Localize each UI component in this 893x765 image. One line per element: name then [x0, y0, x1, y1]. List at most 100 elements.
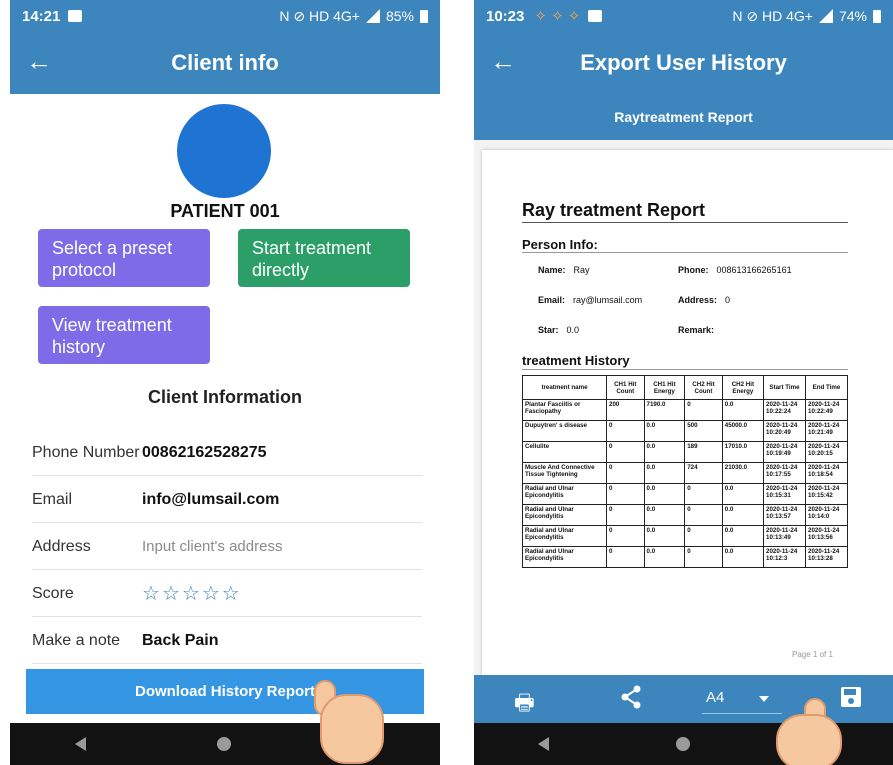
table-cell: Radial and Ulnar Epicondylitis	[522, 546, 607, 568]
note-label: Make a note	[32, 631, 121, 649]
table-row: Radial and Ulnar Epicondylitis 0 0.0 0 0.0 20…	[522, 504, 848, 526]
table-row: Muscle And Connective Tissue Tightening 0…	[522, 462, 848, 484]
table-cell: Muscle And Connective Tissue Tightening	[522, 462, 607, 484]
avatar	[177, 104, 271, 198]
table-row: Radial and Ulnar Epicondylitis 0 0.0 0 0.0 20…	[522, 483, 848, 505]
nav-home-icon[interactable]	[216, 737, 231, 751]
table-cell: 189	[684, 441, 723, 463]
table-cell: 0.0	[643, 504, 686, 526]
table-cell: 0.0	[721, 399, 765, 421]
nav-back-icon[interactable]	[75, 737, 87, 751]
chevron-down-icon[interactable]	[759, 696, 769, 702]
col-header: CH2 Hit Count	[684, 375, 723, 400]
star-icon[interactable]: ☆	[142, 581, 160, 606]
phone-field: Phone: 008613166265161	[678, 265, 792, 275]
person-divider	[522, 252, 848, 253]
star-icon[interactable]: ☆	[182, 581, 200, 606]
email-row[interactable]: Email info@lumsail.com	[32, 477, 422, 523]
col-header: Start Time	[763, 375, 806, 400]
status-time: 14:21	[22, 7, 61, 25]
title-divider	[522, 222, 848, 223]
share-icon[interactable]	[620, 685, 642, 715]
phone-row[interactable]: Phone Number 00862162528275	[32, 430, 422, 476]
back-arrow-icon[interactable]: ←	[488, 46, 518, 76]
address-label: Address	[32, 537, 91, 555]
table-cell: Radial and Ulnar Epicondylitis	[522, 483, 607, 505]
table-cell: 0	[606, 462, 645, 484]
table-cell: 2020-11-24 10:13:56	[805, 525, 848, 547]
client-info-screen: 14:21 N ⊘ HD 4G+ 85% ← Client info PATIE…	[10, 0, 440, 765]
table-cell: 0.0	[721, 483, 765, 505]
address-input[interactable]: Input client's address	[142, 538, 282, 555]
email-value: info@lumsail.com	[142, 490, 280, 508]
table-cell: 0	[684, 504, 723, 526]
table-cell: Radial and Ulnar Epicondylitis	[522, 525, 607, 547]
star-icon[interactable]: ☆	[162, 581, 180, 606]
person-info-heading: Person Info:	[522, 237, 598, 252]
table-cell: 2020-11-24 10:22:24	[763, 399, 806, 421]
battery-icon	[873, 9, 881, 23]
nav-home-icon[interactable]	[675, 737, 690, 751]
table-cell: 21030.0	[721, 462, 765, 484]
email-label: Email	[32, 490, 73, 508]
page-title: Export User History	[580, 50, 787, 75]
battery-percent: 74%	[838, 8, 867, 24]
paper-size-select[interactable]: A4	[706, 689, 724, 706]
table-cell: 0.0	[643, 525, 686, 547]
network-icons: N ⊘ HD 4G+	[279, 7, 360, 24]
star-field: Star: 0.0	[538, 325, 580, 335]
col-header: End Time	[805, 375, 848, 400]
start-treatment-button[interactable]: Start treatment directly	[238, 229, 410, 287]
print-icon[interactable]: 🖶	[514, 686, 535, 724]
view-treatment-history-button[interactable]: View treatment history	[38, 306, 210, 364]
col-header: CH1 Hit Count	[606, 375, 645, 400]
select-preset-protocol-button[interactable]: Select a preset protocol	[38, 229, 210, 287]
col-header: CH2 Hit Energy	[721, 375, 765, 400]
app-bar: ← Export User History	[474, 32, 893, 94]
pdf-preview-area[interactable]: Ray treatment Report Person Info: Name: R…	[474, 140, 893, 675]
page-number: Page 1 of 1	[792, 650, 833, 659]
patient-name: PATIENT 001	[170, 201, 280, 221]
client-information-heading: Client Information	[148, 387, 302, 407]
table-cell: 0.0	[643, 462, 686, 484]
address-row[interactable]: Address Input client's address	[32, 524, 422, 570]
score-row: Score ☆ ☆ ☆ ☆ ☆	[32, 571, 422, 617]
table-cell: 500	[684, 420, 723, 442]
table-cell: 0	[606, 525, 645, 547]
back-arrow-icon[interactable]: ←	[24, 46, 54, 76]
table-cell: 0.0	[721, 504, 765, 526]
star-icon[interactable]: ☆	[202, 581, 220, 606]
table-cell: 0.0	[643, 546, 686, 568]
table-cell: 0	[606, 483, 645, 505]
table-cell: 200	[606, 399, 645, 421]
name-field: Name: Ray	[538, 265, 590, 275]
table-cell: Radial and Ulnar Epicondylitis	[522, 504, 607, 526]
phone-label: Phone Number	[32, 443, 140, 461]
table-cell: 0.0	[643, 441, 686, 463]
email-field: Email: ray@lumsail.com	[538, 295, 643, 305]
status-bar: 10:23 ✧ ✧ ✧ N ⊘ HD 4G+ 74%	[474, 0, 893, 32]
note-row[interactable]: Make a note Back Pain	[32, 618, 422, 664]
history-divider	[522, 369, 848, 370]
table-cell: 2020-11-24 10:22:49	[805, 399, 848, 421]
nav-back-icon[interactable]	[537, 737, 549, 751]
table-cell: Dupuytren' s disease	[522, 420, 607, 442]
table-cell: 2020-11-24 10:13:49	[763, 525, 806, 547]
status-icons: N ⊘ HD 4G+ 85%	[279, 8, 428, 25]
table-cell: 2020-11-24 10:20:49	[763, 420, 806, 442]
table-cell: 0	[684, 525, 723, 547]
table-cell: Plantar Fasciitis or Fasciopathy	[522, 399, 607, 421]
table-cell: 724	[684, 462, 723, 484]
col-header: treatment name	[522, 375, 607, 400]
pointing-hand-icon	[774, 694, 854, 765]
table-cell: 2020-11-24 10:21:49	[805, 420, 848, 442]
score-rating[interactable]: ☆ ☆ ☆ ☆ ☆	[142, 581, 240, 606]
signal-icon	[365, 9, 380, 23]
table-cell: 2020-11-24 10:12:3	[763, 546, 806, 568]
star-icon[interactable]: ☆	[222, 581, 240, 606]
export-history-screen: 10:23 ✧ ✧ ✧ N ⊘ HD 4G+ 74% ← Export User…	[474, 0, 893, 765]
remark-field: Remark:	[678, 325, 715, 335]
notification-icons: ✧ ✧ ✧	[534, 8, 581, 25]
table-cell: 2020-11-24 10:14:0	[805, 504, 848, 526]
signal-icon	[818, 9, 833, 23]
